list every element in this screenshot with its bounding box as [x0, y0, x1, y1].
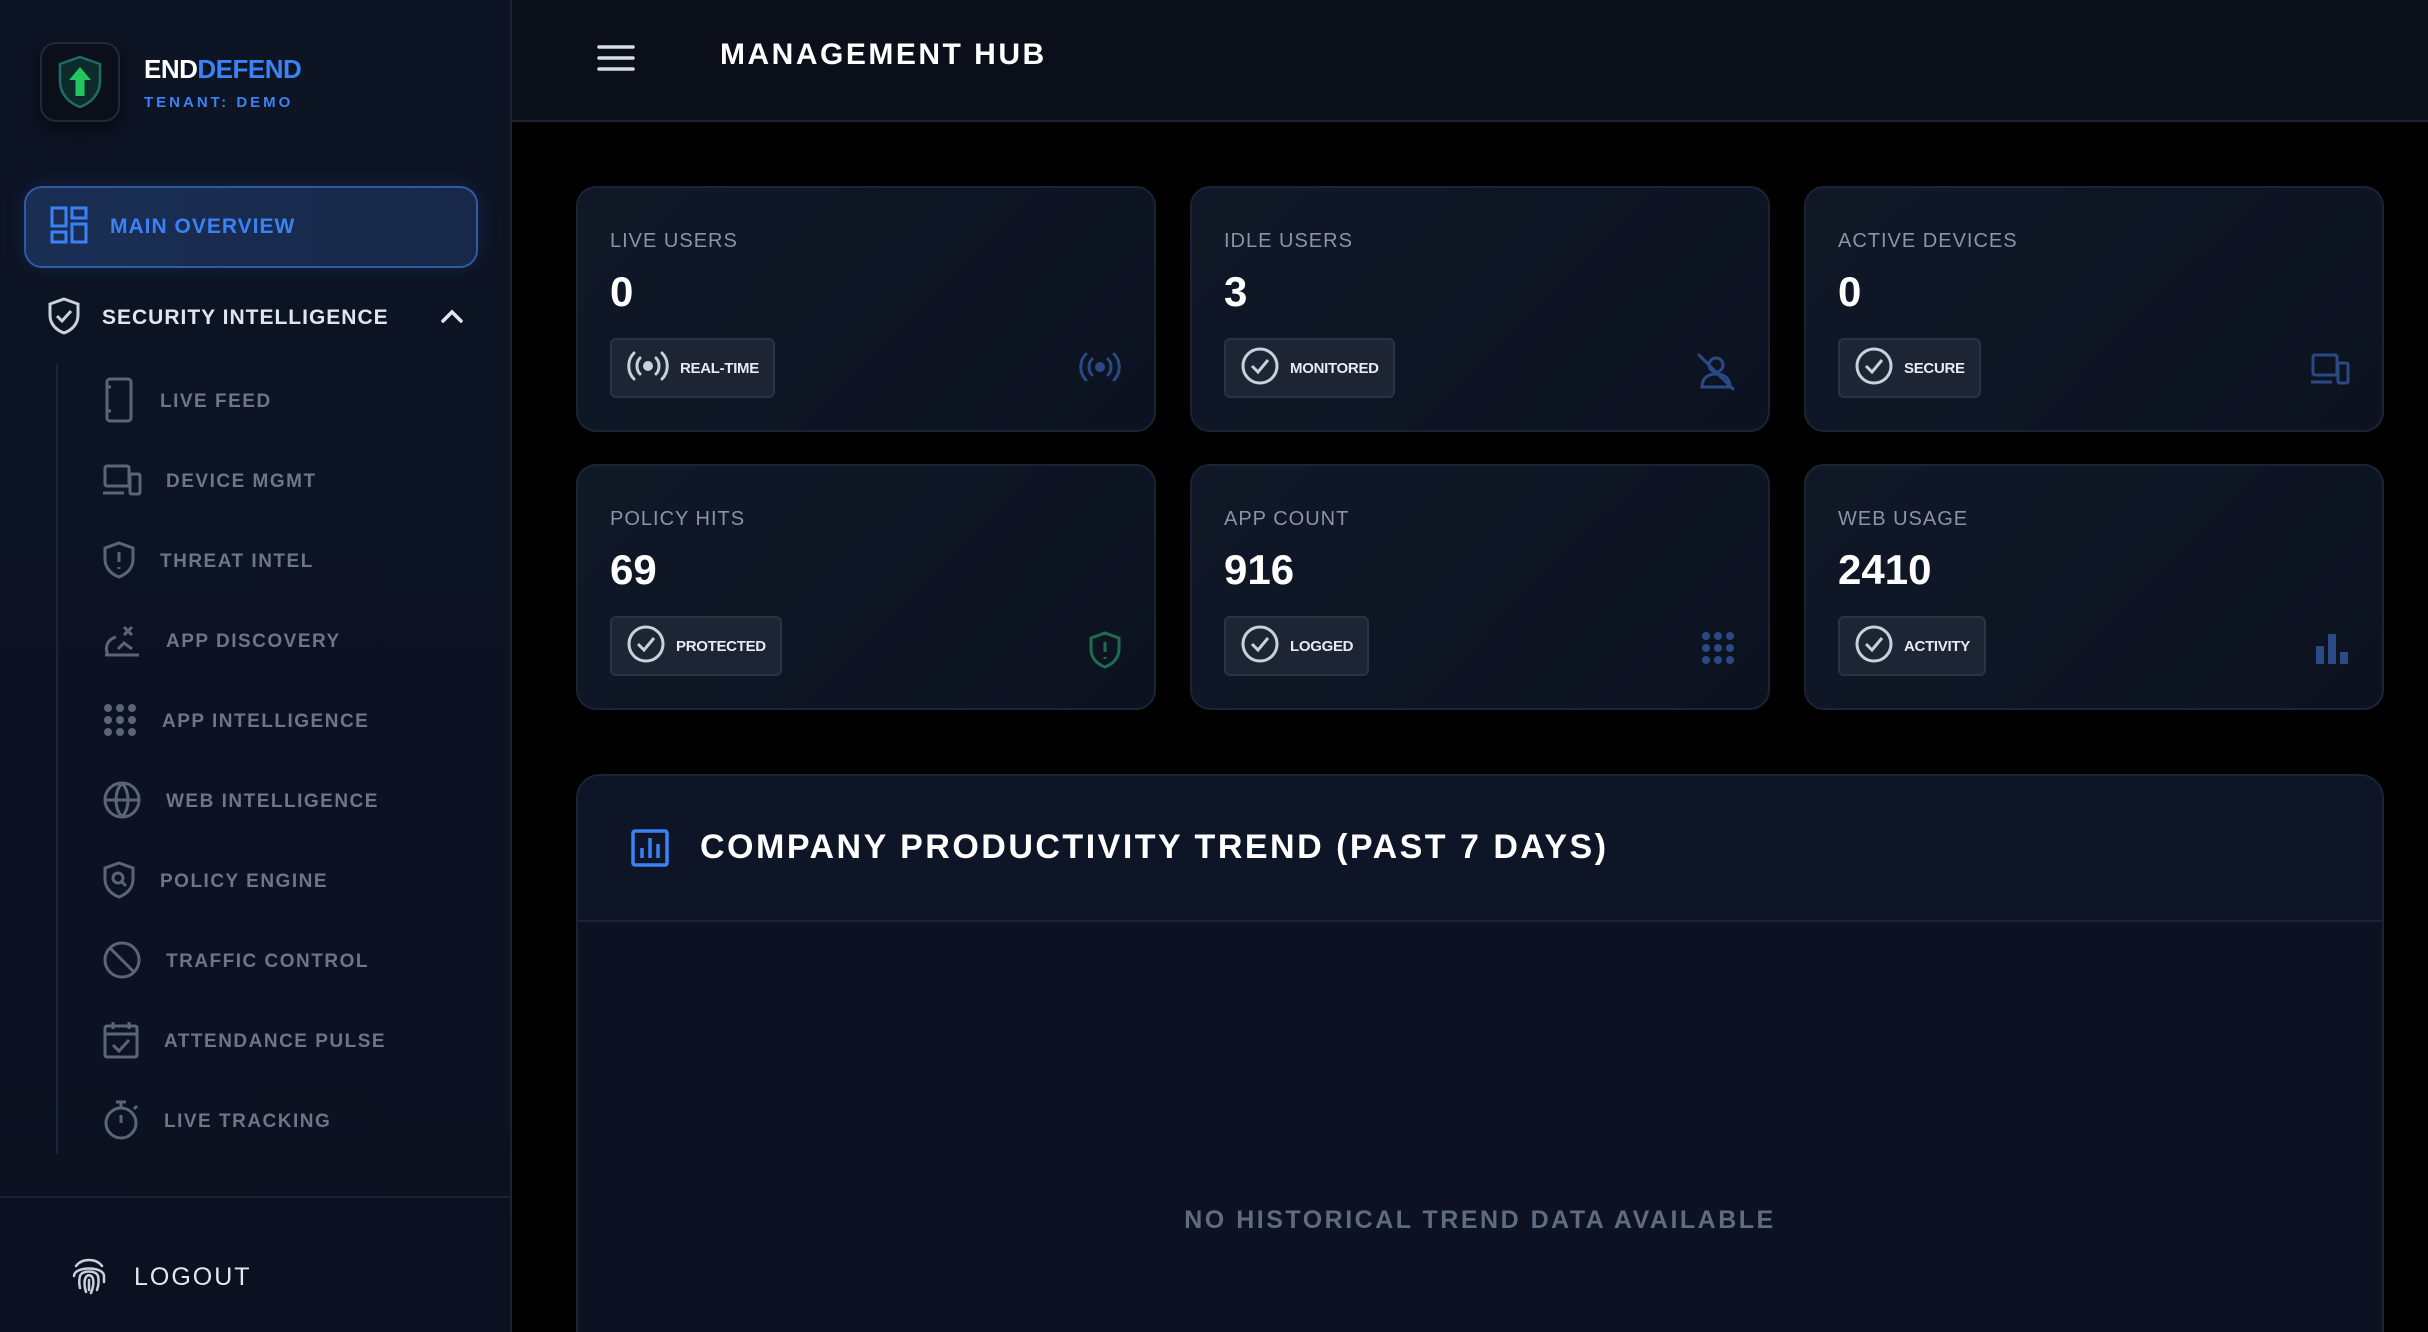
- stat-value: 0: [610, 268, 634, 315]
- check-circle-icon: [1240, 624, 1280, 669]
- sidebar-item-app-discovery[interactable]: APP DISCOVERY: [102, 612, 462, 672]
- status-badge: REAL-TIME: [610, 338, 775, 398]
- fingerprint-icon: [68, 1254, 110, 1301]
- nav-group-label: SECURITY INTELLIGENCE: [102, 306, 389, 329]
- status-badge-label: REAL-TIME: [680, 359, 759, 377]
- broadcast-icon: [626, 351, 670, 386]
- stat-card-idle-users[interactable]: IDLE USERS 3 MONITORED: [1190, 186, 1770, 432]
- stat-title: POLICY HITS: [610, 508, 746, 530]
- stat-value: 2410: [1838, 546, 1932, 593]
- stat-title: LIVE USERS: [610, 230, 738, 252]
- status-badge: PROTECTED: [610, 616, 782, 676]
- check-circle-icon: [1854, 346, 1894, 391]
- top-header: MANAGEMENT HUB: [512, 0, 2428, 122]
- trend-empty-message: NO HISTORICAL TREND DATA AVAILABLE: [1184, 1206, 1776, 1234]
- stat-card-web-usage[interactable]: WEB USAGE 2410 ACTIVITY: [1804, 464, 2384, 710]
- sidebar-item-label: DEVICE MGMT: [166, 471, 317, 492]
- status-badge-label: LOGGED: [1290, 637, 1354, 655]
- stat-card-app-count[interactable]: APP COUNT 916 LOGGED: [1190, 464, 1770, 710]
- sidebar-item-app-intelligence[interactable]: APP INTELLIGENCE: [102, 692, 462, 752]
- brand[interactable]: ENDDEFEND TENANT: DEMO: [40, 42, 302, 122]
- calendar-check-icon: [102, 1020, 140, 1065]
- stat-value: 0: [1838, 268, 1862, 315]
- block-icon: [102, 940, 142, 985]
- check-circle-icon: [1854, 624, 1894, 669]
- logout-button[interactable]: LOGOUT: [68, 1254, 252, 1301]
- security-intelligence-submenu: LIVE FEED DEVICE MGMT THREAT INTEL APP D…: [56, 364, 476, 1154]
- shield-alert-icon: [1088, 630, 1122, 675]
- status-badge: ACTIVITY: [1838, 616, 1986, 676]
- sidebar: ENDDEFEND TENANT: DEMO MAIN OVERVIEW SEC…: [0, 0, 512, 1332]
- sidebar-item-label: TRAFFIC CONTROL: [166, 951, 369, 972]
- sidebar-item-label: LIVE FEED: [160, 391, 272, 412]
- sidebar-item-threat-intel[interactable]: THREAT INTEL: [102, 532, 462, 592]
- page-title: MANAGEMENT HUB: [720, 38, 1047, 71]
- stat-title: APP COUNT: [1224, 508, 1350, 530]
- dashboard-icon: [50, 206, 88, 249]
- sidebar-item-label: WEB INTELLIGENCE: [166, 791, 379, 812]
- status-badge: LOGGED: [1224, 616, 1370, 676]
- stat-value: 3: [1224, 268, 1248, 315]
- shield-check-icon: [46, 296, 82, 341]
- trend-panel-header: COMPANY PRODUCTIVITY TREND (PAST 7 DAYS): [578, 776, 2382, 922]
- brand-name-part1: END: [144, 53, 198, 84]
- shield-search-icon: [102, 860, 136, 905]
- sidebar-item-label: APP DISCOVERY: [166, 631, 341, 652]
- grid-dots-icon: [102, 702, 138, 743]
- stopwatch-icon: [102, 1099, 140, 1146]
- grid-dots-icon: [1700, 630, 1736, 671]
- nav-main-overview[interactable]: MAIN OVERVIEW: [24, 186, 478, 268]
- trend-title: COMPANY PRODUCTIVITY TREND (PAST 7 DAYS): [700, 828, 1609, 866]
- chart-box-icon: [630, 828, 670, 873]
- sidebar-item-live-feed[interactable]: LIVE FEED: [102, 372, 462, 432]
- sidebar-item-traffic-control[interactable]: TRAFFIC CONTROL: [102, 932, 462, 992]
- devices-icon: [2310, 352, 2350, 391]
- status-badge: SECURE: [1838, 338, 1981, 398]
- sidebar-item-label: APP INTELLIGENCE: [162, 711, 370, 732]
- sidebar-item-live-tracking[interactable]: LIVE TRACKING: [102, 1092, 462, 1152]
- status-badge-label: SECURE: [1904, 359, 1965, 377]
- stat-card-policy-hits[interactable]: POLICY HITS 69 PROTECTED: [576, 464, 1156, 710]
- phone-icon: [102, 377, 136, 428]
- stat-value: 916: [1224, 546, 1295, 593]
- stat-card-active-devices[interactable]: ACTIVE DEVICES 0 SECURE: [1804, 186, 2384, 432]
- stat-value: 69: [610, 546, 657, 593]
- bar-chart-icon: [2314, 630, 2350, 671]
- productivity-trend-panel: COMPANY PRODUCTIVITY TREND (PAST 7 DAYS)…: [576, 774, 2384, 1332]
- hamburger-icon[interactable]: [596, 42, 636, 79]
- nav-group-security-intelligence[interactable]: SECURITY INTELLIGENCE: [46, 290, 466, 346]
- stat-title: IDLE USERS: [1224, 230, 1353, 252]
- broadcast-icon: [1078, 352, 1122, 387]
- chevron-up-icon[interactable]: [438, 302, 466, 335]
- sidebar-divider: [0, 1196, 510, 1198]
- shield-alert-icon: [102, 540, 136, 585]
- sidebar-item-label: THREAT INTEL: [160, 551, 314, 572]
- nav-main-overview-label: MAIN OVERVIEW: [110, 215, 296, 238]
- stat-title: WEB USAGE: [1838, 508, 1969, 530]
- brand-name-part2: DEFEND: [197, 53, 302, 84]
- status-badge-label: MONITORED: [1290, 359, 1379, 377]
- brand-logo-icon: [40, 42, 120, 122]
- sidebar-item-device-mgmt[interactable]: DEVICE MGMT: [102, 452, 462, 512]
- status-badge-label: PROTECTED: [676, 637, 766, 655]
- sidebar-item-policy-engine[interactable]: POLICY ENGINE: [102, 852, 462, 912]
- user-off-icon: [1696, 352, 1736, 397]
- sidebar-item-label: LIVE TRACKING: [164, 1111, 332, 1132]
- sidebar-item-web-intelligence[interactable]: WEB INTELLIGENCE: [102, 772, 462, 832]
- check-circle-icon: [1240, 346, 1280, 391]
- app-discovery-icon: [102, 621, 142, 664]
- sidebar-item-attendance-pulse[interactable]: ATTENDANCE PULSE: [102, 1012, 462, 1072]
- status-badge-label: ACTIVITY: [1904, 637, 1970, 655]
- status-badge: MONITORED: [1224, 338, 1395, 398]
- stat-card-live-users[interactable]: LIVE USERS 0 REAL-TIME: [576, 186, 1156, 432]
- tenant-label: TENANT: DEMO: [144, 93, 294, 111]
- devices-icon: [102, 463, 142, 502]
- logout-label: LOGOUT: [134, 1263, 252, 1291]
- app-root: ENDDEFEND TENANT: DEMO MAIN OVERVIEW SEC…: [0, 0, 2428, 1332]
- stat-title: ACTIVE DEVICES: [1838, 230, 2018, 252]
- sidebar-item-label: ATTENDANCE PULSE: [164, 1031, 387, 1052]
- sidebar-item-label: POLICY ENGINE: [160, 871, 329, 892]
- globe-icon: [102, 780, 142, 825]
- check-circle-icon: [626, 624, 666, 669]
